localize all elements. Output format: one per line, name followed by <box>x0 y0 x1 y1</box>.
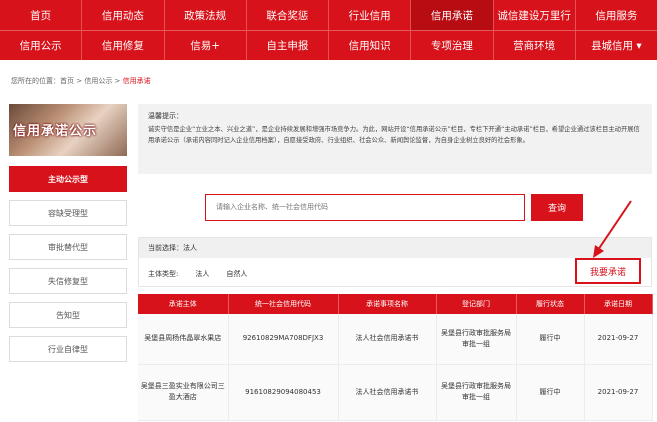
nav-item-credit-repair[interactable]: 信用修复 <box>82 31 165 60</box>
entity-type-label: 主体类型: <box>148 270 179 278</box>
breadcrumb-current: 信用承诺 <box>122 77 151 85</box>
breadcrumb-home[interactable]: 首页 <box>60 77 74 85</box>
column-header-status: 履行状态 <box>516 294 585 314</box>
annotation-arrow-icon <box>593 200 632 258</box>
table-header-row: 承诺主体 统一社会信用代码 承诺事项名称 登记部门 履行状态 承诺日期 <box>138 294 653 314</box>
current-selection: 当前选择： 法人 <box>139 238 651 258</box>
nav-item-county-credit[interactable]: 县城信用 ▾ <box>576 31 657 60</box>
nav-item-industry-credit[interactable]: 行业信用 <box>329 0 412 30</box>
cell-entity[interactable]: 吴堡县周杨伟晶翠水果店 <box>138 314 229 365</box>
top-nav: 首页 信用动态 政策法规 联合奖惩 行业信用 信用承诺 诚信建设万里行 信用服务… <box>0 0 657 60</box>
sidebar-item-tolerance-acceptance[interactable]: 容缺受理型 <box>9 200 127 226</box>
cell-pledge-item[interactable]: 法人社会信用承诺书 <box>338 314 437 365</box>
column-header-date: 承诺日期 <box>584 294 653 314</box>
nav-item-special-governance[interactable]: 专项治理 <box>411 31 494 60</box>
table-row[interactable]: 吴堡县三盈实业有限公司三盈大酒店 91610829094080453 法人社会信… <box>138 364 653 421</box>
breadcrumb-separator: > <box>112 77 123 85</box>
nav-row-1: 首页 信用动态 政策法规 联合奖惩 行业信用 信用承诺 诚信建设万里行 信用服务 <box>0 0 657 30</box>
nav-item-integrity-campaign[interactable]: 诚信建设万里行 <box>494 0 576 30</box>
cell-department: 吴堡县行政审批服务局审批一组 <box>436 314 517 365</box>
sidebar-item-notification[interactable]: 告知型 <box>9 302 127 328</box>
sidebar: 主动公示型 容缺受理型 审批替代型 失信修复型 告知型 行业自律型 <box>9 166 127 370</box>
entity-type-option-natural[interactable]: 自然人 <box>226 269 247 279</box>
search-button[interactable]: 查询 <box>531 194 583 221</box>
entity-type-filter: 主体类型: 法人 自然人 <box>148 269 247 279</box>
tip-title: 温馨提示： <box>148 112 183 120</box>
nav-item-xinyi-plus[interactable]: 信易+ <box>165 31 247 60</box>
table-row[interactable]: 吴堡县周杨伟晶翠水果店 92610829MA708DFJX3 法人社会信用承诺书… <box>138 314 653 365</box>
breadcrumb-prefix: 您所在的位置： <box>11 77 60 85</box>
nav-item-credit-publicity[interactable]: 信用公示 <box>0 31 83 60</box>
breadcrumb-credit-publicity[interactable]: 信用公示 <box>84 77 112 85</box>
nav-item-credit-news[interactable]: 信用动态 <box>82 0 165 30</box>
sidebar-item-approval-substitute[interactable]: 审批替代型 <box>9 234 127 260</box>
nav-item-credit-service[interactable]: 信用服务 <box>576 0 657 30</box>
entity-type-option-legal[interactable]: 法人 <box>195 269 209 279</box>
nav-item-business-env[interactable]: 营商环境 <box>494 31 576 60</box>
cell-department: 吴堡县行政审批服务局审批一组 <box>436 364 517 421</box>
nav-item-credit-knowledge[interactable]: 信用知识 <box>329 31 412 60</box>
sidebar-item-industry-self-discipline[interactable]: 行业自律型 <box>9 336 127 362</box>
column-header-entity: 承诺主体 <box>138 294 229 314</box>
search-input[interactable] <box>205 194 525 221</box>
column-header-credit-code: 统一社会信用代码 <box>228 294 339 314</box>
cell-date: 2021-09-27 <box>584 364 653 421</box>
tip-box: 温馨提示： 诚实守信是企业“立业之本、兴业之道”，是企业持续发展和增强市场竞争力… <box>138 104 652 174</box>
cell-credit-code: 91610829094080453 <box>228 364 339 421</box>
cell-status: 履行中 <box>516 314 585 365</box>
cell-status: 履行中 <box>516 364 585 421</box>
breadcrumb: 您所在的位置：首页 > 信用公示 > 信用承诺 <box>11 76 151 86</box>
cell-pledge-item[interactable]: 法人社会信用承诺书 <box>338 364 437 421</box>
banner-title: 信用承诺公示 <box>13 124 98 139</box>
sidebar-item-credit-repair[interactable]: 失信修复型 <box>9 268 127 294</box>
nav-item-credit-pledge[interactable]: 信用承诺 <box>411 0 494 30</box>
nav-item-home[interactable]: 首页 <box>0 0 83 30</box>
sidebar-item-active-publicity[interactable]: 主动公示型 <box>9 166 127 192</box>
pledge-table: 承诺主体 统一社会信用代码 承诺事项名称 登记部门 履行状态 承诺日期 吴堡县周… <box>138 294 653 421</box>
column-header-pledge-item: 承诺事项名称 <box>338 294 437 314</box>
breadcrumb-separator: > <box>74 77 85 85</box>
cell-date: 2021-09-27 <box>584 314 653 365</box>
tip-text: 诚实守信是企业“立业之本、兴业之道”，是企业持续发展和增强市场竞争力。为此，网站… <box>148 126 640 144</box>
cell-entity[interactable]: 吴堡县三盈实业有限公司三盈大酒店 <box>138 364 229 421</box>
nav-item-joint-reward[interactable]: 联合奖惩 <box>247 0 329 30</box>
column-header-department: 登记部门 <box>436 294 517 314</box>
current-selection-value: 法人 <box>183 244 197 252</box>
nav-item-policy[interactable]: 政策法规 <box>165 0 247 30</box>
nav-row-2: 信用公示 信用修复 信易+ 自主申报 信用知识 专项治理 营商环境 县城信用 ▾ <box>0 30 657 60</box>
nav-item-self-report[interactable]: 自主申报 <box>247 31 329 60</box>
current-selection-label: 当前选择： <box>148 244 183 252</box>
make-pledge-button[interactable]: 我要承诺 <box>575 258 641 284</box>
section-banner: 信用承诺公示 <box>9 104 127 156</box>
cell-credit-code: 92610829MA708DFJX3 <box>228 314 339 365</box>
